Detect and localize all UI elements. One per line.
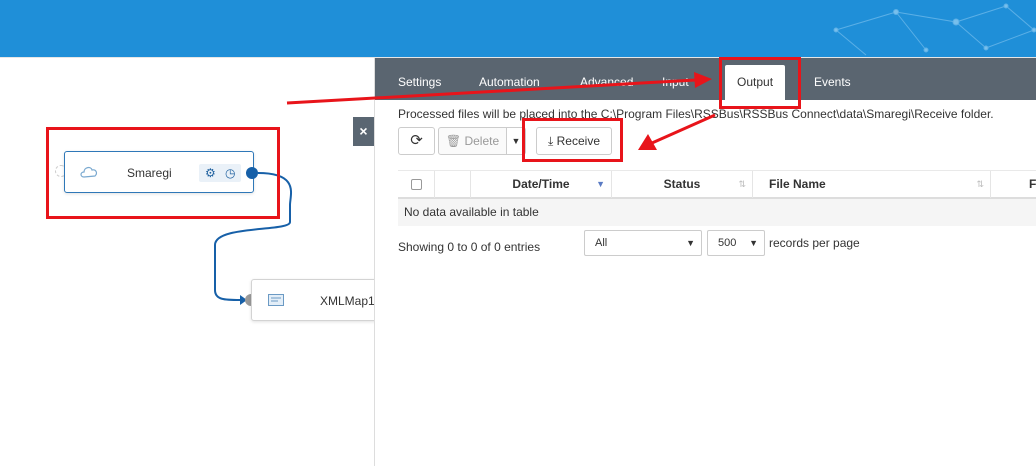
- flow-canvas[interactable]: [0, 58, 374, 466]
- tab-events[interactable]: Events: [814, 58, 851, 100]
- per-page-label: records per page: [769, 236, 860, 250]
- close-panel-button[interactable]: ×: [353, 117, 374, 146]
- empty-table-row: No data available in table: [398, 199, 1036, 226]
- caret-down-icon: ▼: [511, 136, 521, 146]
- page-size-value: 500: [718, 237, 737, 249]
- column-status-label: Status: [663, 177, 701, 191]
- sort-desc-icon: ▼: [596, 179, 605, 189]
- refresh-icon: ⟳: [410, 132, 423, 149]
- annotation-node-highlight: [46, 127, 280, 219]
- entries-info: Showing 0 to 0 of 0 entries: [398, 240, 541, 254]
- chevron-down-icon: ▼: [686, 238, 695, 248]
- column-filename[interactable]: File Name ⇅: [753, 171, 991, 198]
- filter-value: All: [595, 237, 608, 249]
- tab-advanced[interactable]: Advanced: [580, 58, 633, 100]
- connector-panel: Settings Automation Advanced Input Outpu…: [374, 58, 1036, 466]
- node-name: XMLMap1: [320, 294, 375, 308]
- delete-label: Delete: [464, 134, 500, 148]
- filter-select[interactable]: All ▼: [584, 230, 702, 256]
- column-datetime-label: Date/Time: [512, 177, 570, 191]
- output-folder-info: Processed files will be placed into the …: [398, 107, 994, 121]
- select-all-column: [398, 171, 435, 198]
- column-datetime[interactable]: Date/Time ▼: [471, 171, 612, 198]
- refresh-button[interactable]: ⟳: [398, 127, 435, 155]
- column-fi-label: Fi: [1029, 177, 1036, 191]
- table-header: Date/Time ▼ Status ⇅ File Name ⇅ Fi: [398, 170, 1036, 199]
- node-xmlmap[interactable]: XMLMap1: [251, 279, 391, 321]
- tab-settings[interactable]: Settings: [398, 58, 441, 100]
- header-banner: [0, 0, 1036, 57]
- annotation-output-tab-highlight: [719, 57, 801, 109]
- tab-input[interactable]: Input: [662, 58, 689, 100]
- trash-icon: 🗑: [445, 134, 462, 148]
- chevron-down-icon: ▼: [749, 238, 758, 248]
- select-all-checkbox[interactable]: [411, 179, 422, 190]
- column-filename-label: File Name: [769, 177, 826, 191]
- column-fi[interactable]: Fi: [991, 171, 1036, 198]
- sort-icon: ⇅: [976, 179, 984, 189]
- map-icon: [268, 294, 284, 306]
- tab-automation[interactable]: Automation: [479, 58, 540, 100]
- sort-icon: ⇅: [738, 179, 746, 189]
- column-spacer: [435, 171, 471, 198]
- annotation-receive-highlight: [522, 118, 623, 162]
- panel-tabs: Settings Automation Advanced Input Outpu…: [375, 58, 1036, 100]
- column-status[interactable]: Status ⇅: [612, 171, 753, 198]
- page-size-select[interactable]: 500 ▼: [707, 230, 765, 256]
- network-decoration: [833, 3, 1036, 56]
- delete-button[interactable]: 🗑 Delete: [438, 127, 507, 155]
